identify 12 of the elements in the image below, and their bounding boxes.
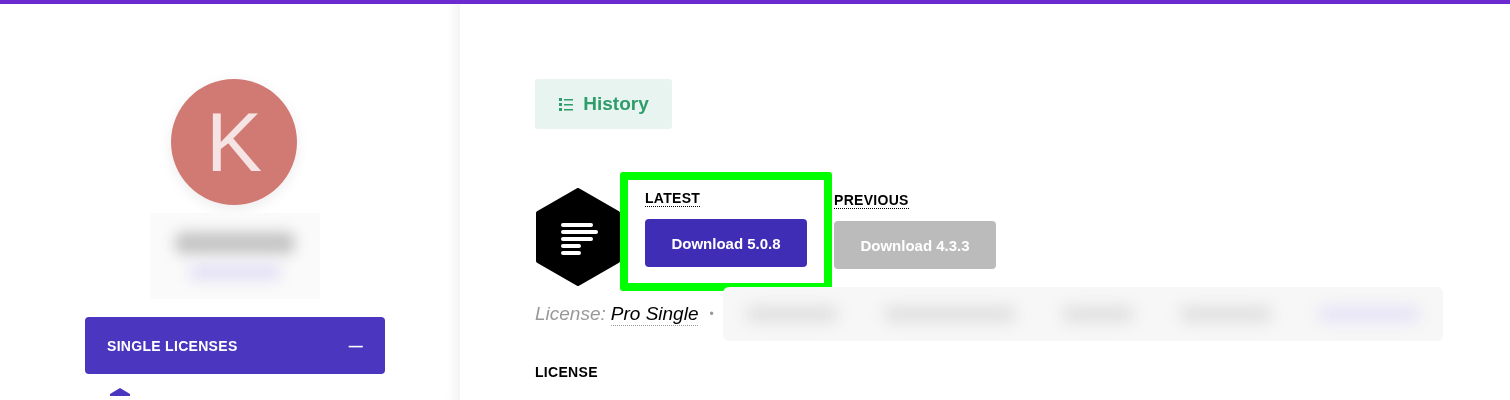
download-button[interactable]: Download 5.0.8: [645, 219, 807, 267]
license-label: License:: [535, 303, 606, 325]
section-heading: LICENSE: [535, 364, 599, 380]
license-value[interactable]: Pro Single: [610, 302, 699, 326]
list-icon: [558, 96, 575, 112]
section-header[interactable]: SINGLE LICENSES —: [85, 317, 385, 374]
avatar: K: [171, 79, 297, 205]
release-heading: LATEST: [645, 190, 701, 207]
separator: •: [709, 307, 714, 321]
logo-icon: [535, 188, 621, 286]
hexagon-icon: [108, 388, 132, 396]
release-heading: PREVIOUS: [834, 192, 909, 209]
